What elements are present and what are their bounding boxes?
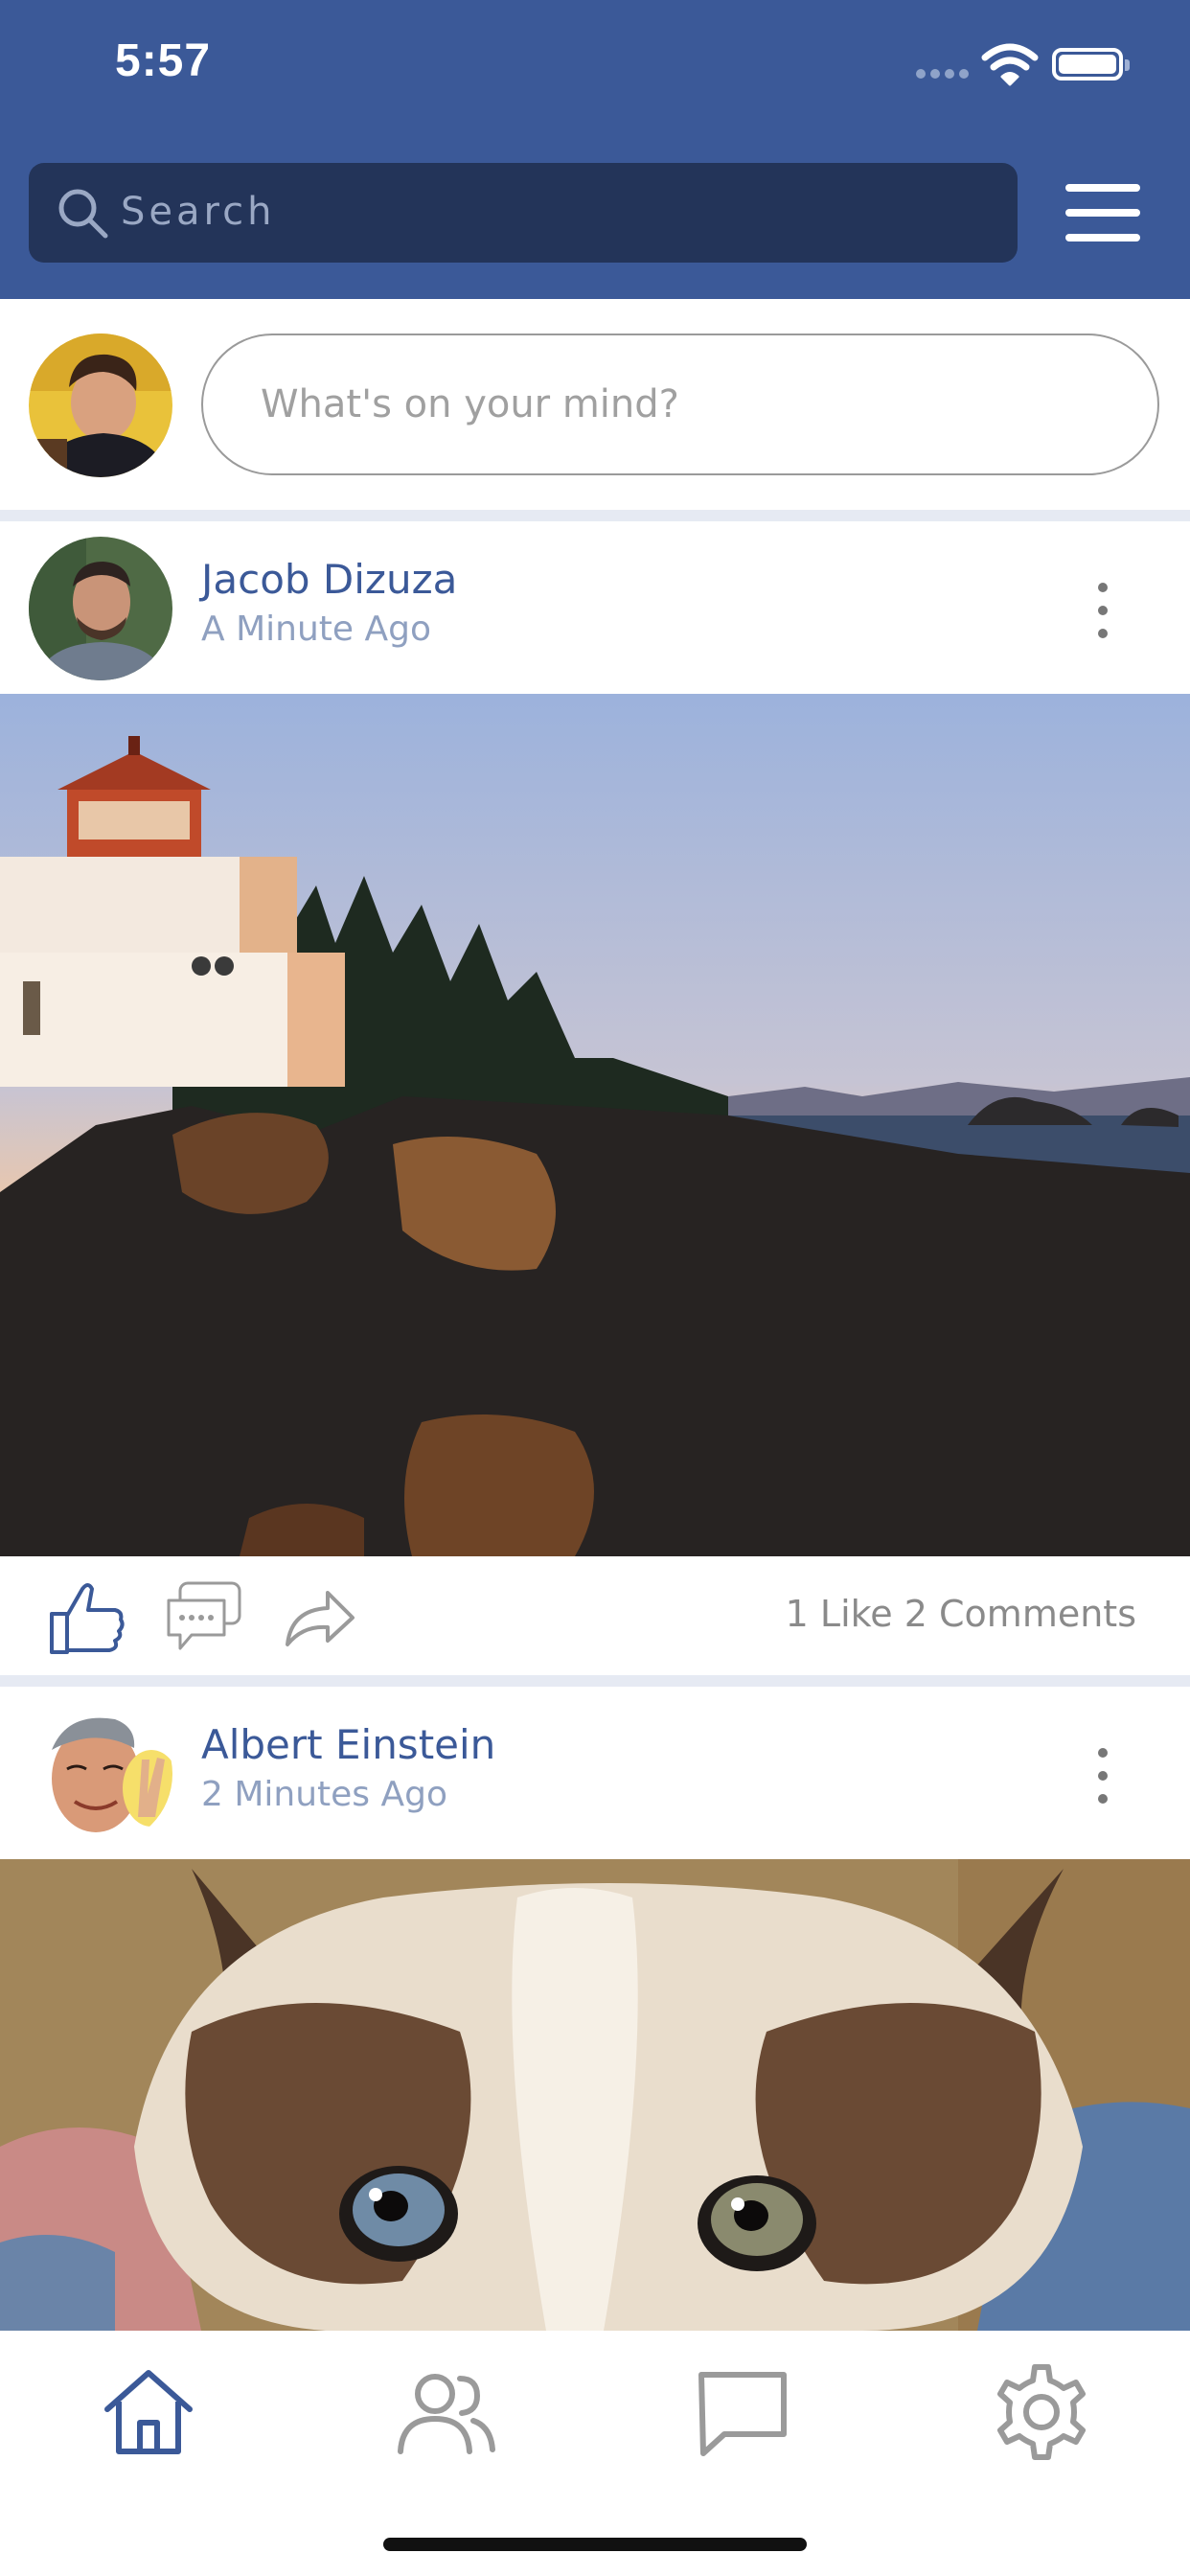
battery-cap [1125, 59, 1130, 71]
hamburger-menu-icon[interactable] [1065, 184, 1140, 242]
cellular-signal-icon [916, 69, 970, 80]
settings-gear-icon[interactable] [989, 2359, 1094, 2465]
friends-tab-icon[interactable] [393, 2359, 498, 2465]
search-icon [58, 189, 108, 239]
search-input[interactable]: Search [121, 190, 275, 234]
post-header: Albert Einstein 2 Minutes Ago [0, 1687, 1190, 1859]
author-avatar[interactable] [29, 537, 172, 680]
author-avatar[interactable] [29, 1702, 172, 1846]
home-indicator [383, 2538, 807, 2551]
post-actions-bar: 1 Like 2 Comments [0, 1556, 1190, 1675]
post-timestamp: A Minute Ago [201, 610, 431, 649]
status-input[interactable]: What's on your mind? [201, 334, 1159, 475]
post-stats[interactable]: 1 Like 2 Comments [786, 1593, 1136, 1635]
post-author-name[interactable]: Jacob Dizuza [201, 556, 457, 603]
status-time: 5:57 [115, 35, 212, 86]
post-image-cat[interactable] [0, 1859, 1190, 2331]
app-header: 5:57 Search [0, 0, 1190, 299]
wifi-icon [981, 43, 1039, 86]
like-thumbs-up-icon[interactable] [46, 1576, 128, 1658]
comment-bubble-icon[interactable] [163, 1576, 245, 1658]
share-arrow-icon[interactable] [278, 1576, 360, 1658]
messages-tab-icon[interactable] [690, 2359, 795, 2465]
feed-divider [0, 510, 1190, 521]
post-composer: What's on your mind? [0, 299, 1190, 510]
post-image-lighthouse[interactable] [0, 694, 1190, 1556]
feed-divider [0, 1675, 1190, 1687]
post-author-name[interactable]: Albert Einstein [201, 1721, 495, 1768]
more-options-icon[interactable] [1092, 583, 1115, 640]
post-header: Jacob Dizuza A Minute Ago [0, 521, 1190, 694]
post-timestamp: 2 Minutes Ago [201, 1775, 448, 1814]
bottom-tab-bar [0, 2331, 1190, 2576]
search-bar[interactable]: Search [29, 163, 1018, 263]
user-avatar[interactable] [29, 334, 172, 477]
home-tab-icon[interactable] [96, 2359, 201, 2465]
more-options-icon[interactable] [1092, 1748, 1115, 1806]
battery-icon [1052, 48, 1123, 80]
